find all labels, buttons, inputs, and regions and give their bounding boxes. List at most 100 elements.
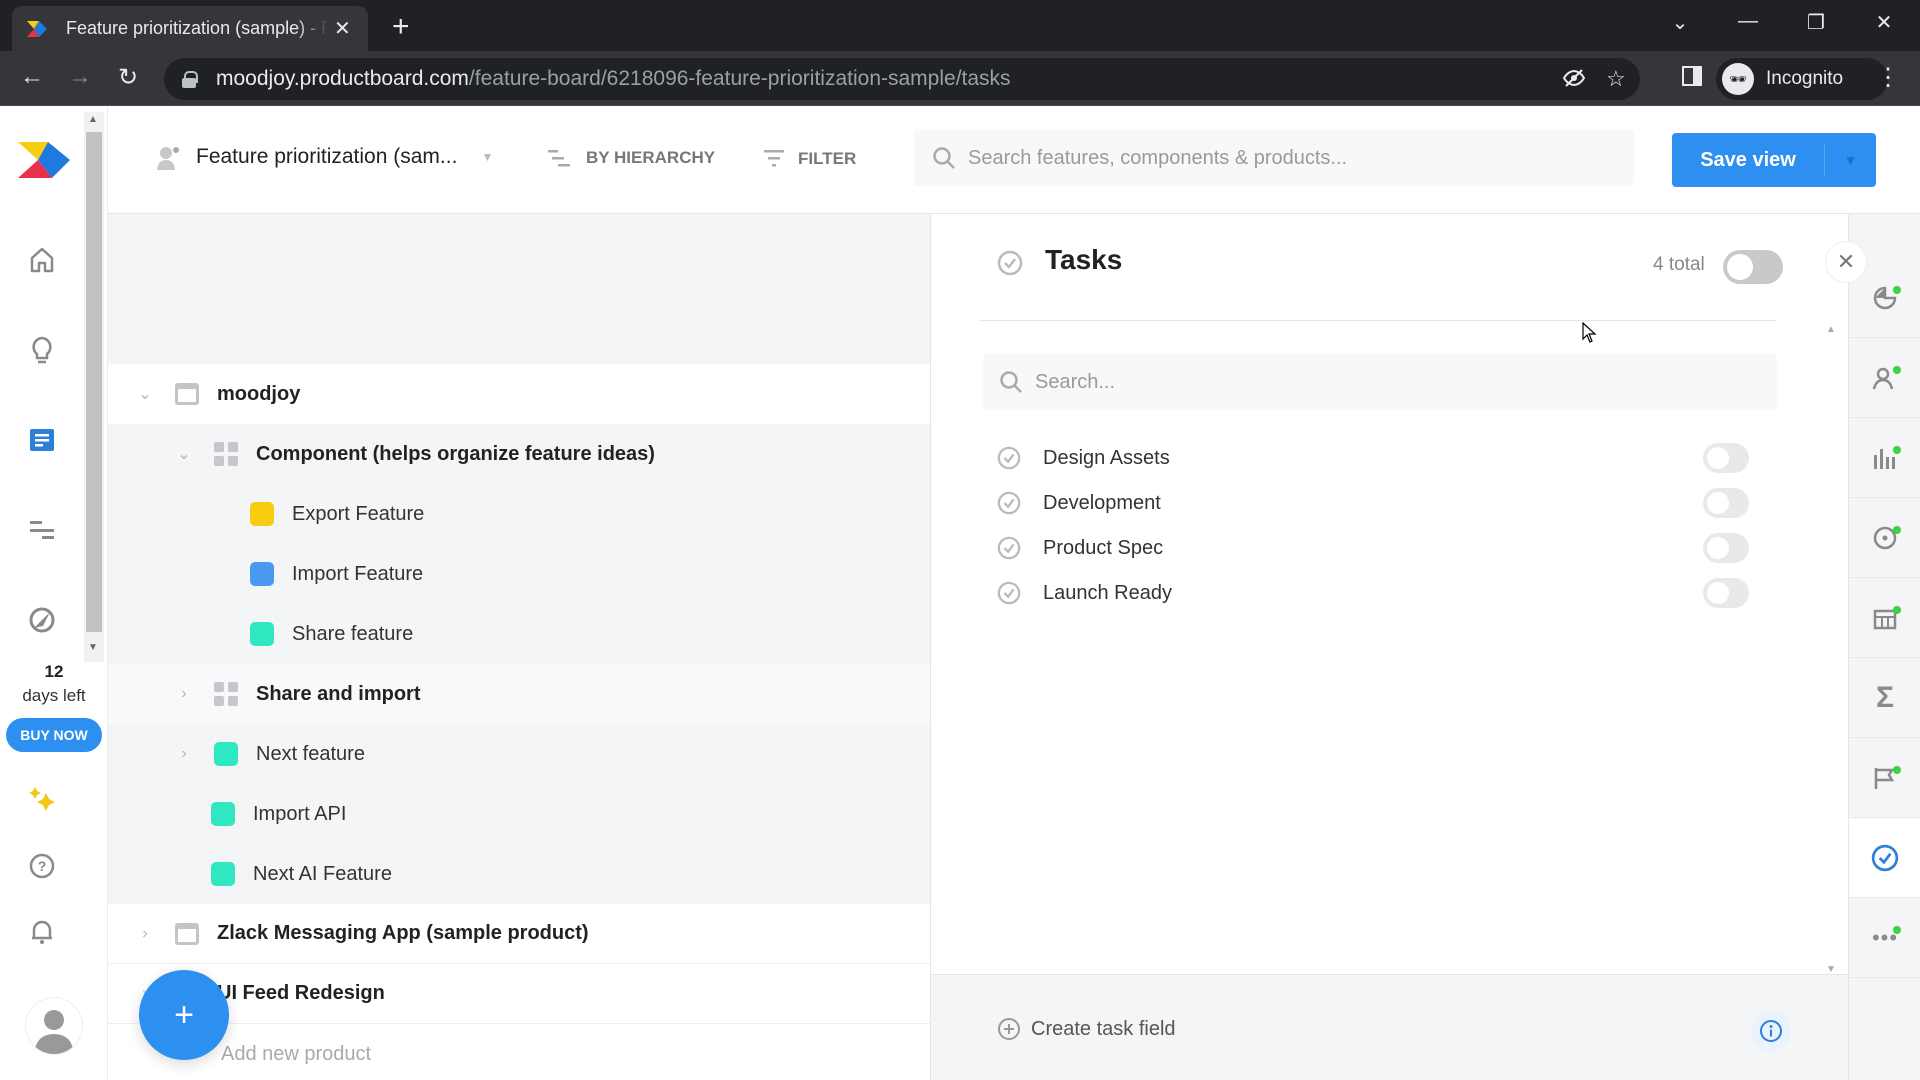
incognito-profile-button[interactable]: 🕶 Incognito [1716, 58, 1888, 100]
rail-item-tasks[interactable] [1849, 818, 1920, 898]
productboard-logo[interactable] [18, 138, 70, 184]
browser-tab[interactable]: Feature prioritization (sample) - Produc… [12, 6, 368, 51]
forward-button[interactable]: → [64, 63, 96, 91]
scroll-down-arrow-icon[interactable]: ▼ [88, 642, 98, 653]
expand-chevron-icon[interactable]: › [176, 685, 192, 703]
mouse-cursor-icon [1582, 322, 1597, 343]
hierarchy-icon [548, 150, 570, 167]
tab-close-icon[interactable]: ✕ [334, 16, 351, 41]
group-by-hierarchy-button[interactable]: BY HIERARCHY [548, 148, 715, 168]
tab-search-chevron-icon[interactable]: ⌄ [1660, 10, 1700, 35]
rail-item-formula[interactable]: Σ [1849, 658, 1920, 738]
restore-button[interactable]: ❐ [1796, 10, 1836, 35]
tree-row-feature[interactable]: Export Feature [108, 484, 930, 544]
tree-row-label: Share and import [256, 682, 421, 705]
tree-row-product[interactable]: › UI Feed Redesign [108, 964, 930, 1024]
save-view-dropdown-chevron-icon[interactable]: ▼ [1825, 152, 1876, 168]
tasks-master-toggle[interactable] [1723, 250, 1783, 284]
board-users-icon [157, 147, 179, 170]
home-icon[interactable] [22, 240, 62, 280]
productboard-app: ▲ ▼ 12 days left BUY NOW ? Feature prior… [0, 106, 1920, 1080]
task-field-row: Design Assets [997, 436, 1749, 480]
feature-status-icon [250, 562, 274, 586]
save-view-button[interactable]: Save view [1672, 149, 1824, 172]
rail-item-target[interactable] [1849, 498, 1920, 578]
board-caret-icon: ▼ [481, 150, 494, 164]
global-search-input[interactable] [968, 146, 1608, 170]
side-panel-icon[interactable] [1676, 65, 1708, 93]
right-column-rail: Σ ••• [1848, 214, 1920, 1080]
minimize-button[interactable]: — [1728, 10, 1768, 33]
task-field-row: Launch Ready [997, 571, 1749, 615]
create-task-field-button[interactable]: Create task field [997, 1017, 1176, 1041]
collapse-chevron-icon[interactable]: ⌄ [176, 444, 192, 464]
rail-item-flag[interactable] [1849, 738, 1920, 818]
scroll-up-arrow-icon[interactable]: ▲ [1826, 324, 1836, 335]
address-bar[interactable]: moodjoy.productboard.com/feature-board/6… [164, 58, 1640, 100]
info-button[interactable] [1751, 1011, 1791, 1051]
task-field-row: Development [997, 481, 1749, 525]
panel-scrollbar[interactable]: ▲ ▼ [1826, 324, 1838, 984]
task-field-toggle[interactable] [1703, 578, 1749, 608]
create-task-field-label: Create task field [1031, 1017, 1176, 1040]
tasks-total-count: 4 total [1653, 254, 1705, 275]
tree-row-feature[interactable]: Import API [108, 784, 930, 844]
rail-item-user-impact[interactable] [1849, 338, 1920, 418]
browser-menu-icon[interactable]: ⋮ [1872, 63, 1904, 92]
notifications-bell-icon[interactable] [22, 912, 62, 952]
task-check-icon [997, 446, 1021, 470]
status-dot [1893, 766, 1901, 774]
insights-lightbulb-icon[interactable] [22, 330, 62, 370]
task-field-toggle[interactable] [1703, 533, 1749, 563]
roadmap-icon[interactable] [22, 510, 62, 550]
reload-button[interactable]: ↻ [112, 63, 144, 92]
rail-item-calendar[interactable] [1849, 578, 1920, 658]
tree-row-feature[interactable]: Import Feature [108, 544, 930, 604]
productboard-favicon-icon [27, 20, 47, 37]
component-icon [214, 442, 238, 466]
tree-row-product[interactable]: › Zlack Messaging App (sample product) [108, 904, 930, 964]
tasks-search-input[interactable] [1035, 370, 1735, 394]
expand-chevron-icon[interactable]: › [176, 745, 192, 763]
product-icon [175, 922, 199, 945]
panel-divider [979, 320, 1777, 321]
task-field-toggle[interactable] [1703, 443, 1749, 473]
status-dot [1893, 286, 1901, 294]
expand-chevron-icon[interactable]: › [137, 925, 153, 943]
tree-row-component[interactable]: ⌄ Component (helps organize feature idea… [108, 424, 930, 484]
filter-button[interactable]: FILTER [764, 148, 856, 170]
tracking-eye-off-icon[interactable] [1562, 66, 1586, 96]
collapse-chevron-icon[interactable]: ⌄ [137, 384, 153, 404]
sparkle-ai-icon[interactable] [22, 778, 62, 818]
close-panel-button[interactable]: ✕ [1826, 242, 1866, 282]
user-avatar[interactable] [26, 998, 82, 1054]
global-search-field[interactable] [914, 130, 1634, 186]
new-tab-button[interactable]: + [392, 10, 410, 44]
tree-row-product[interactable]: ⌄ moodjoy [108, 364, 930, 424]
task-check-icon [997, 491, 1021, 515]
buy-now-button[interactable]: BUY NOW [6, 718, 102, 752]
help-question-icon[interactable]: ? [22, 846, 62, 886]
rail-item-score[interactable] [1849, 418, 1920, 498]
rail-item-more[interactable]: ••• [1849, 898, 1920, 978]
scroll-up-arrow-icon[interactable]: ▲ [88, 114, 98, 125]
tree-row-feature[interactable]: Share feature [108, 604, 930, 664]
bookmark-star-icon[interactable]: ☆ [1606, 66, 1626, 92]
close-window-button[interactable]: ✕ [1864, 10, 1904, 35]
add-new-product-row[interactable]: Add new product [108, 1024, 930, 1080]
lock-icon [182, 71, 198, 88]
back-button[interactable]: ← [16, 63, 48, 91]
portal-icon[interactable] [22, 600, 62, 640]
board-selector[interactable]: Feature prioritization (sam... ▼ [156, 144, 493, 170]
board-name: Feature prioritization (sam... [196, 145, 458, 168]
task-field-toggle[interactable] [1703, 488, 1749, 518]
features-board-icon[interactable] [22, 420, 62, 460]
add-fab-button[interactable]: + [139, 970, 229, 1060]
tree-row-component[interactable]: › Share and import [108, 664, 930, 724]
task-check-icon [997, 536, 1021, 560]
browser-tab-bar: Feature prioritization (sample) - Produc… [0, 0, 1920, 51]
tree-row-feature[interactable]: › Next feature [108, 724, 930, 784]
leftnav-scroll-thumb[interactable] [86, 132, 102, 632]
tree-row-feature[interactable]: Next AI Feature [108, 844, 930, 904]
tasks-search-field[interactable] [983, 354, 1777, 410]
